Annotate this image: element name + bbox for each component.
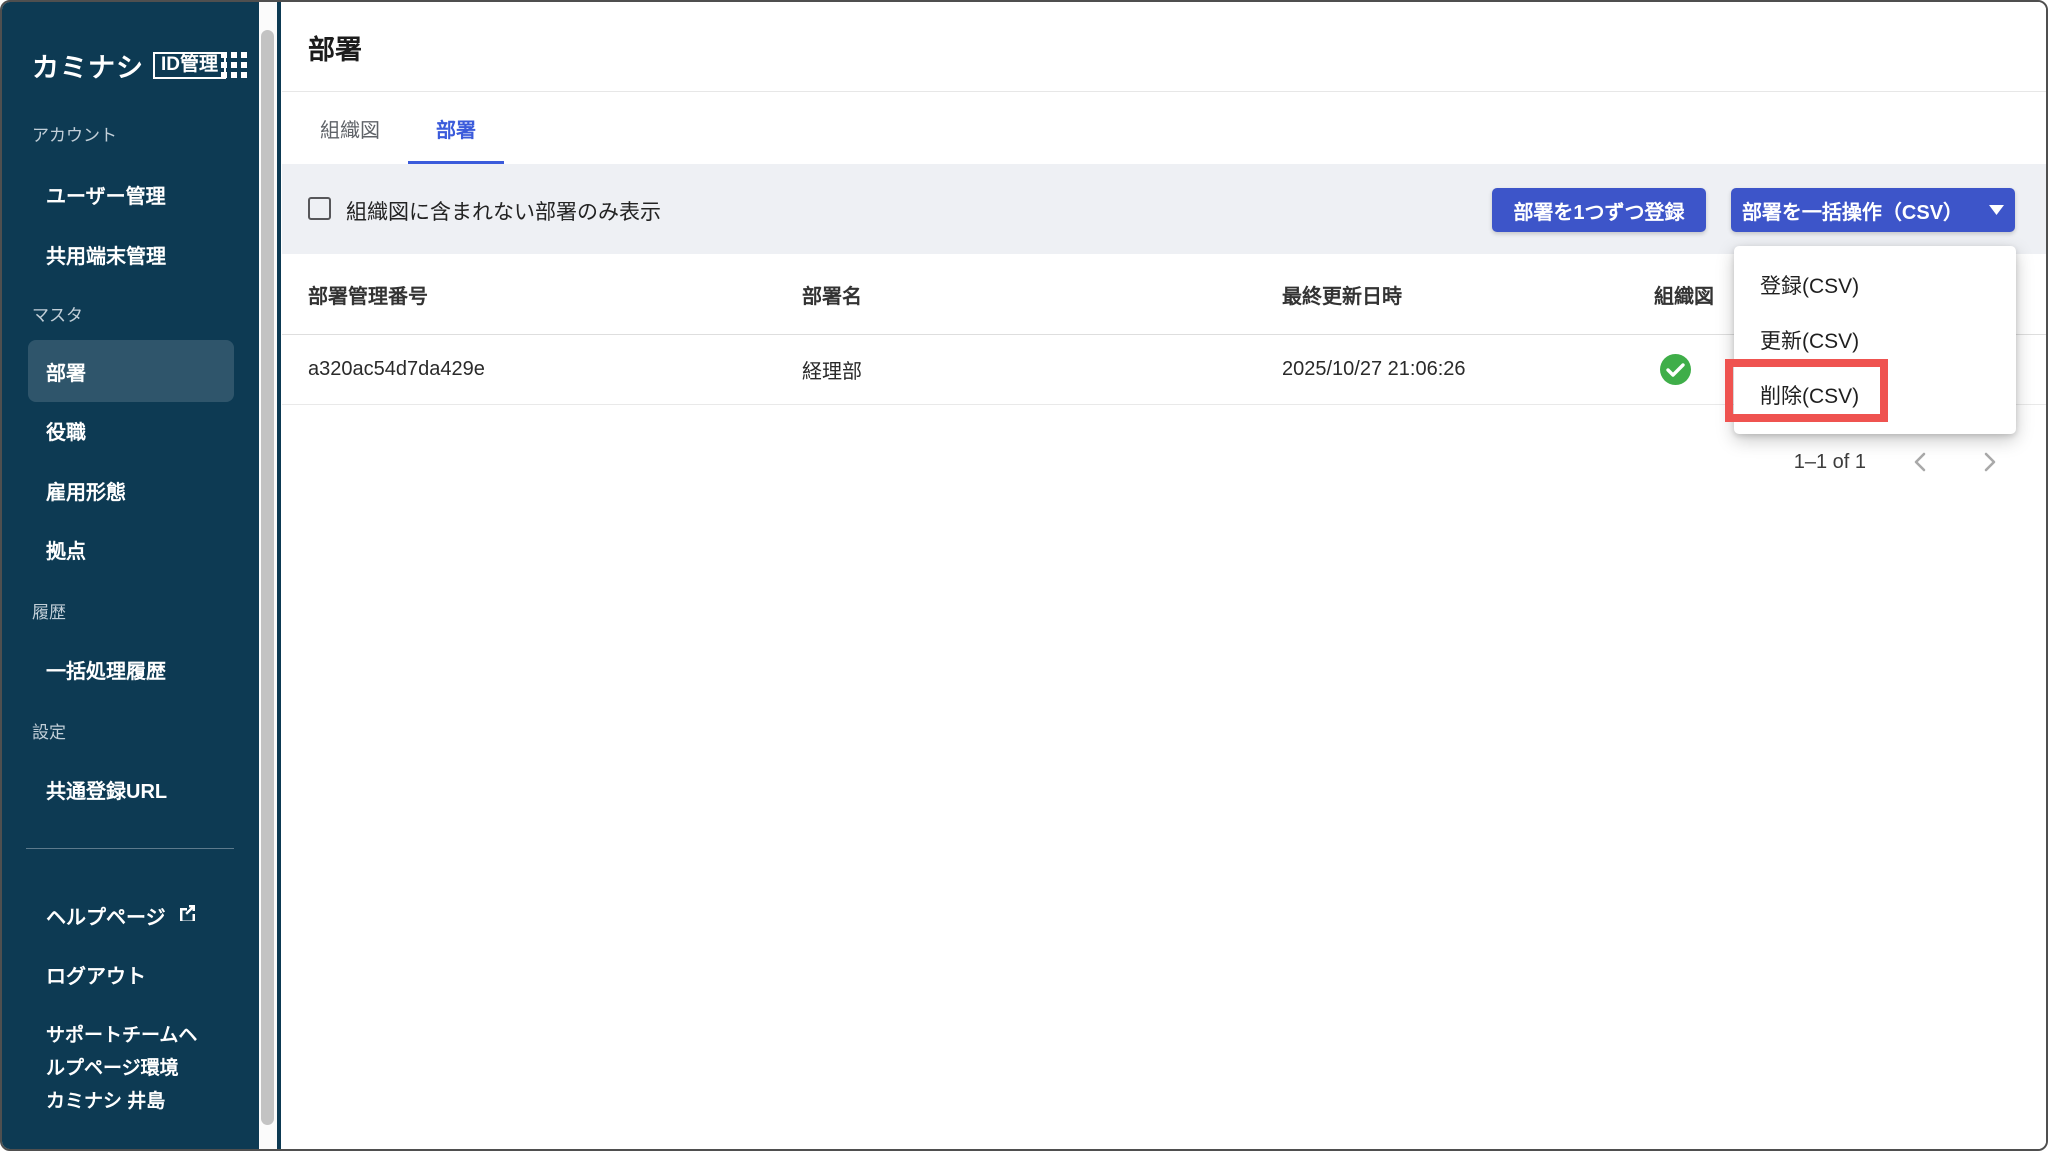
app-window: カミナシ ID管理 アカウント ユーザー管理 共用端末管理 マスタ 部署 役職 …	[0, 0, 2048, 1151]
cell-last-updated: 2025/10/27 21:06:26	[1282, 358, 1654, 381]
sidebar-item-batch-history[interactable]: 一括処理履歴	[46, 655, 166, 684]
sidebar: カミナシ ID管理 アカウント ユーザー管理 共用端末管理 マスタ 部署 役職 …	[2, 2, 281, 1149]
current-user-name: カミナシ 井島	[46, 1086, 165, 1113]
sidebar-scrollbar-thumb[interactable]	[261, 30, 274, 1125]
chevron-down-icon	[1989, 205, 2004, 215]
org-chart-filter-checkbox[interactable]	[308, 197, 331, 220]
header-divider	[282, 91, 2046, 92]
org-chart-filter-label: 組織図に含まれない部署のみ表示	[346, 196, 661, 226]
main-content: 部署 組織図 部署 組織図に含まれない部署のみ表示 部署を1つずつ登録 部署を一…	[282, 2, 2046, 1149]
page-title: 部署	[308, 28, 362, 67]
sidebar-item-positions[interactable]: 役職	[46, 416, 86, 445]
pagination-range-label: 1–1 of 1	[1794, 451, 1866, 474]
sidebar-item-employment-types[interactable]: 雇用形態	[46, 476, 126, 505]
logout-link[interactable]: ログアウト	[46, 960, 146, 989]
register-department-button[interactable]: 部署を1つずつ登録	[1492, 188, 1706, 232]
logout-label: ログアウト	[46, 960, 146, 989]
sidebar-item-locations[interactable]: 拠点	[46, 535, 86, 564]
column-header-last-updated: 最終更新日時	[1282, 280, 1654, 309]
tab-bar: 組織図 部署	[282, 92, 504, 164]
nav-section-history: 履歴	[32, 598, 66, 623]
filter-toolbar: 組織図に含まれない部署のみ表示 部署を1つずつ登録 部署を一括操作（CSV）	[282, 164, 2046, 254]
tab-org-chart[interactable]: 組織図	[292, 92, 408, 164]
pagination-prev-icon[interactable]	[1908, 449, 1934, 475]
menu-item-register-csv[interactable]: 登録(CSV)	[1734, 257, 2016, 312]
cell-department-name: 経理部	[802, 355, 1282, 384]
nav-section-account: アカウント	[32, 121, 117, 146]
external-link-icon	[178, 903, 197, 928]
column-header-department-name: 部署名	[802, 280, 1282, 309]
logo-badge: ID管理	[153, 52, 226, 80]
sidebar-item-user-management[interactable]: ユーザー管理	[46, 180, 166, 209]
bulk-csv-dropdown-menu: 登録(CSV) 更新(CSV) 削除(CSV)	[1734, 246, 2016, 434]
help-page-link[interactable]: ヘルプページ	[46, 901, 197, 930]
pagination-next-icon[interactable]	[1976, 449, 2002, 475]
brand-logo: カミナシ ID管理	[32, 46, 226, 85]
nav-section-settings: 設定	[32, 718, 66, 743]
column-header-department-id: 部署管理番号	[308, 280, 802, 309]
apps-grid-icon[interactable]	[221, 52, 247, 78]
cell-department-id: a320ac54d7da429e	[308, 358, 802, 381]
help-page-label: ヘルプページ	[46, 901, 166, 930]
menu-item-update-csv[interactable]: 更新(CSV)	[1734, 312, 2016, 367]
sidebar-divider	[26, 848, 234, 849]
logo-text: カミナシ	[32, 46, 144, 85]
menu-item-delete-csv[interactable]: 削除(CSV)	[1734, 367, 2016, 422]
bulk-csv-button[interactable]: 部署を一括操作（CSV）	[1731, 188, 2015, 232]
sidebar-item-departments[interactable]: 部署	[46, 357, 86, 386]
environment-name-line1: サポートチームヘ	[46, 1020, 197, 1047]
sidebar-scrollbar-track[interactable]	[259, 2, 277, 1149]
tab-departments[interactable]: 部署	[408, 92, 504, 164]
sidebar-item-shared-device-management[interactable]: 共用端末管理	[46, 240, 166, 269]
bulk-csv-button-label: 部署を一括操作（CSV）	[1742, 196, 1963, 225]
sidebar-item-common-registration-url[interactable]: 共通登録URL	[46, 775, 167, 804]
nav-section-master: マスタ	[32, 301, 83, 326]
pagination: 1–1 of 1	[1794, 440, 2002, 484]
environment-name-line2: ルプページ環境	[46, 1053, 179, 1080]
